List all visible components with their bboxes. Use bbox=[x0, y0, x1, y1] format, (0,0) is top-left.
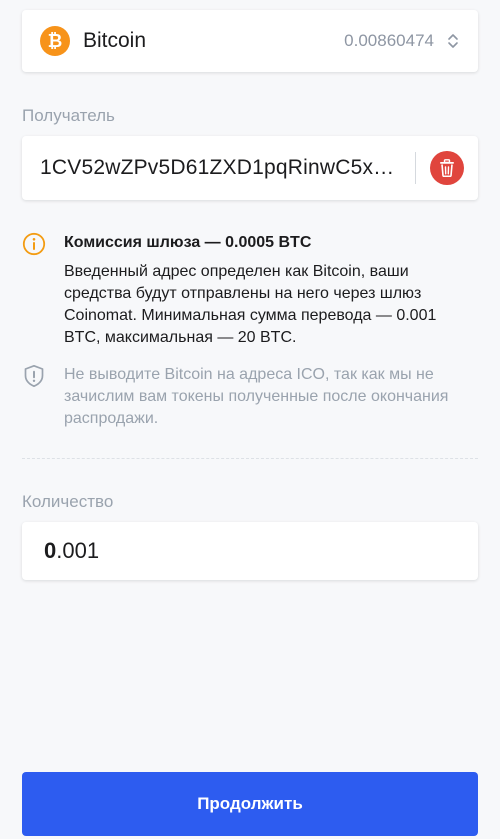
recipient-address[interactable]: 1CV52wZPv5D61ZXD1pqRinwC5x… bbox=[40, 156, 407, 180]
field-divider bbox=[415, 152, 417, 184]
asset-name: Bitcoin bbox=[83, 29, 147, 52]
amount-fraction: .001 bbox=[56, 538, 100, 563]
section-divider bbox=[22, 458, 478, 459]
amount-integer: 0 bbox=[44, 538, 57, 563]
chevron-up-down-icon[interactable] bbox=[446, 30, 460, 52]
fee-info: Комиссия шлюза — 0.0005 BTC Введенный ад… bbox=[22, 232, 478, 349]
asset-balance: 0.00860474 bbox=[344, 31, 434, 50]
recipient-label: Получатель bbox=[22, 106, 115, 125]
fee-title: Комиссия шлюза — 0.0005 BTC bbox=[64, 234, 312, 251]
bitcoin-icon: ₿ bbox=[40, 26, 70, 56]
trash-icon bbox=[440, 159, 455, 177]
shield-icon bbox=[22, 364, 46, 388]
amount-input[interactable]: 0.001 bbox=[44, 538, 456, 564]
amount-field[interactable]: 0.001 bbox=[22, 522, 478, 580]
fee-description: Введенный адрес определен как Bitcoin, в… bbox=[64, 263, 437, 346]
continue-button[interactable]: Продолжить bbox=[22, 772, 478, 836]
amount-label: Количество bbox=[22, 492, 114, 511]
asset-selector[interactable]: ₿ Bitcoin 0.00860474 bbox=[22, 10, 478, 72]
recipient-field[interactable]: 1CV52wZPv5D61ZXD1pqRinwC5x… bbox=[22, 136, 478, 200]
info-icon bbox=[22, 232, 46, 256]
ico-warning-text: Не выводите Bitcoin на адреса ICO, так к… bbox=[64, 366, 449, 427]
ico-warning: Не выводите Bitcoin на адреса ICO, так к… bbox=[22, 364, 478, 430]
clear-address-button[interactable] bbox=[430, 151, 464, 185]
